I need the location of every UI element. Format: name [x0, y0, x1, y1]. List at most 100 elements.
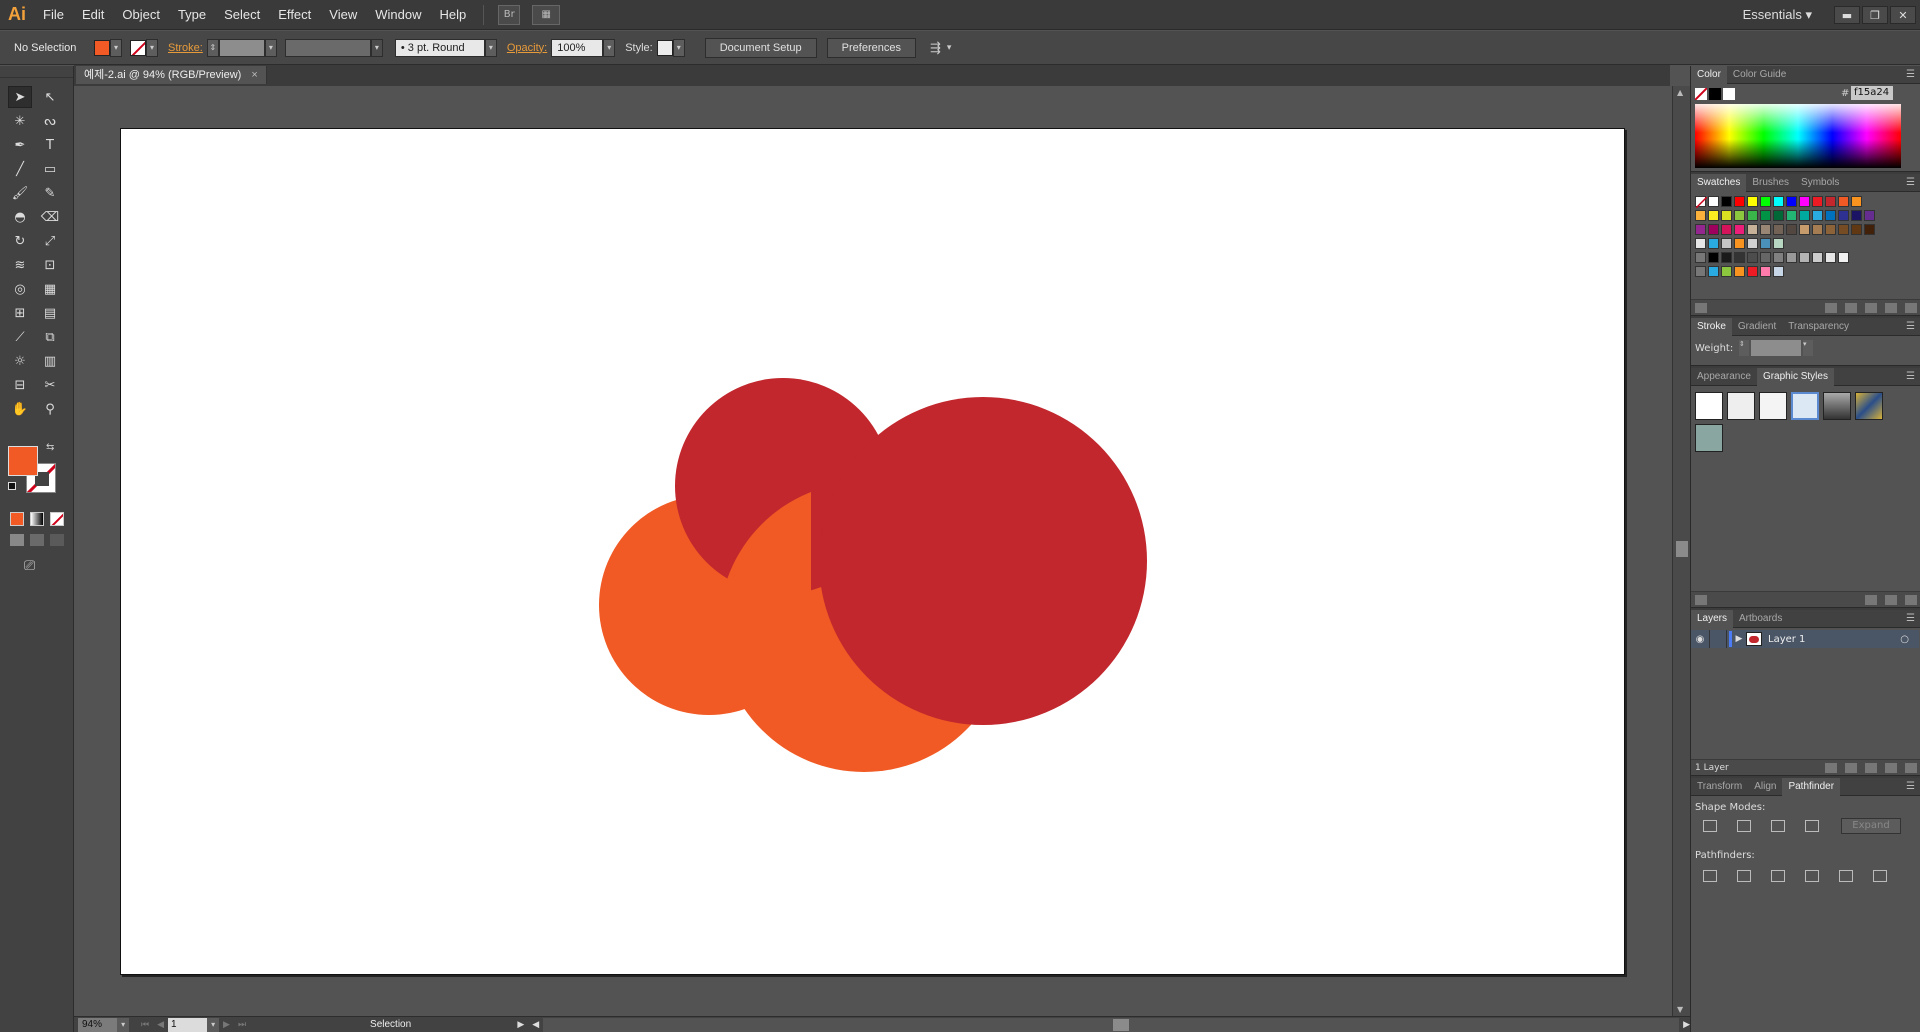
swatch[interactable]	[1799, 224, 1810, 235]
outline-icon[interactable]	[1839, 870, 1853, 882]
stroke-label[interactable]: Stroke:	[168, 42, 203, 54]
tab-transform[interactable]: Transform	[1691, 778, 1748, 796]
swatch[interactable]	[1695, 224, 1706, 235]
arrange-documents-icon[interactable]: ▦	[532, 4, 561, 25]
scroll-down-icon[interactable]: ▼	[1677, 1005, 1683, 1014]
panel-menu-icon[interactable]: ☰	[1906, 371, 1915, 382]
swatch[interactable]	[1838, 224, 1849, 235]
new-sublayer-icon[interactable]	[1865, 762, 1877, 773]
panel-grip[interactable]	[0, 66, 73, 78]
pen-tool[interactable]: ✒	[8, 134, 32, 156]
graphic-style-blue-border[interactable]	[1791, 392, 1819, 420]
stroke-weight-stepper[interactable]: ⇕	[206, 38, 219, 57]
clipping-mask-icon[interactable]	[1845, 762, 1857, 773]
swatch[interactable]	[1695, 252, 1706, 263]
expand-button[interactable]: Expand	[1841, 818, 1901, 834]
eraser-tool[interactable]: ⌫	[38, 206, 62, 228]
swatch[interactable]	[1695, 196, 1708, 209]
swatch[interactable]	[1760, 266, 1771, 277]
eye-icon[interactable]: ◉	[1691, 634, 1709, 645]
tab-transparency[interactable]: Transparency	[1782, 318, 1855, 336]
new-swatch-icon[interactable]	[1885, 302, 1897, 313]
menu-type[interactable]: Type	[169, 0, 215, 30]
menu-object[interactable]: Object	[113, 0, 169, 30]
tab-gradient[interactable]: Gradient	[1732, 318, 1782, 336]
tab-color-guide[interactable]: Color Guide	[1727, 66, 1792, 84]
break-link-icon[interactable]	[1865, 594, 1877, 605]
swatch[interactable]	[1695, 238, 1706, 249]
locate-object-icon[interactable]	[1825, 762, 1837, 773]
tab-pathfinder[interactable]: Pathfinder	[1782, 777, 1841, 796]
none-color-icon[interactable]	[1695, 88, 1707, 100]
panel-menu-icon[interactable]: ☰	[1906, 69, 1915, 80]
swatch[interactable]	[1786, 252, 1797, 263]
stroke-weight-dropdown[interactable]: ▾	[264, 38, 277, 57]
screen-mode-icon[interactable]: ⎚	[24, 558, 35, 574]
swatch[interactable]	[1734, 210, 1745, 221]
intersect-icon[interactable]	[1771, 820, 1785, 832]
swatch[interactable]	[1721, 196, 1732, 207]
scroll-up-icon[interactable]: ▲	[1677, 88, 1683, 97]
swatch[interactable]	[1825, 252, 1836, 263]
stroke-swatch[interactable]	[130, 39, 146, 56]
tab-align[interactable]: Align	[1748, 778, 1782, 796]
panel-menu-icon[interactable]: ☰	[1906, 613, 1915, 624]
tab-stroke[interactable]: Stroke	[1691, 317, 1732, 336]
unite-icon[interactable]	[1703, 820, 1717, 832]
arrange-panel-icon[interactable]: ⇶	[930, 40, 941, 56]
lasso-tool[interactable]: ᔓ	[38, 110, 62, 132]
none-mode-button[interactable]	[50, 512, 64, 526]
swatch[interactable]	[1734, 266, 1745, 277]
hand-tool[interactable]: ✋	[8, 398, 32, 420]
swatch-libraries-icon[interactable]	[1695, 302, 1707, 313]
tab-artboards[interactable]: Artboards	[1733, 610, 1788, 628]
white-color-icon[interactable]	[1723, 88, 1735, 100]
variable-width-field[interactable]	[284, 38, 371, 57]
swatch-kind-icon[interactable]	[1825, 302, 1837, 313]
swatch[interactable]	[1825, 224, 1836, 235]
menu-file[interactable]: File	[34, 0, 73, 30]
swatch[interactable]	[1773, 238, 1784, 249]
zoom-tool[interactable]: ⚲	[38, 398, 62, 420]
swatch[interactable]	[1760, 196, 1771, 207]
swatch[interactable]	[1747, 196, 1758, 207]
blend-tool[interactable]: ⧉	[38, 326, 62, 348]
status-menu-icon[interactable]: ▶	[517, 1019, 524, 1030]
artboard-dropdown[interactable]: ▾	[207, 1017, 220, 1032]
graphic-style-outline[interactable]	[1759, 392, 1787, 420]
swatch[interactable]	[1760, 238, 1771, 249]
gradient-tool[interactable]: ▤	[38, 302, 62, 324]
new-color-group-icon[interactable]	[1865, 302, 1877, 313]
graphic-style-swatch[interactable]	[656, 39, 673, 56]
new-layer-icon[interactable]	[1885, 762, 1897, 773]
scroll-right-icon[interactable]: ▶	[1683, 1019, 1690, 1030]
minus-back-icon[interactable]	[1873, 870, 1887, 882]
swatch[interactable]	[1812, 252, 1823, 263]
perspective-grid-tool[interactable]: ▦	[38, 278, 62, 300]
swatch[interactable]	[1721, 224, 1732, 235]
swatch[interactable]	[1838, 210, 1849, 221]
swatch[interactable]	[1773, 210, 1784, 221]
scroll-left-icon[interactable]: ◀	[532, 1019, 539, 1030]
swatch[interactable]	[1825, 210, 1836, 221]
shape-builder-tool[interactable]: ◎	[8, 278, 32, 300]
scale-tool[interactable]: ⤢	[38, 230, 62, 252]
layer-row[interactable]: ◉ ▶ Layer 1 ○	[1691, 630, 1919, 648]
direct-selection-tool[interactable]: ↖	[38, 86, 62, 108]
swatch[interactable]	[1747, 238, 1758, 249]
menu-select[interactable]: Select	[215, 0, 269, 30]
panel-menu-icon[interactable]: ☰	[1906, 177, 1915, 188]
previous-artboard-icon[interactable]: ◀	[157, 1019, 164, 1030]
rotate-tool[interactable]: ↻	[8, 230, 32, 252]
rectangle-tool[interactable]: ▭	[38, 158, 62, 180]
swatch[interactable]	[1721, 238, 1732, 249]
close-icon[interactable]: ✕	[1890, 6, 1916, 24]
mesh-tool[interactable]: ⊞	[8, 302, 32, 324]
horizontal-scrollbar[interactable]	[543, 1017, 1680, 1032]
menu-view[interactable]: View	[320, 0, 366, 30]
swatch[interactable]	[1773, 196, 1784, 207]
artwork[interactable]	[121, 129, 1626, 976]
swatch[interactable]	[1721, 210, 1732, 221]
tab-appearance[interactable]: Appearance	[1691, 368, 1757, 386]
swatch[interactable]	[1760, 224, 1771, 235]
